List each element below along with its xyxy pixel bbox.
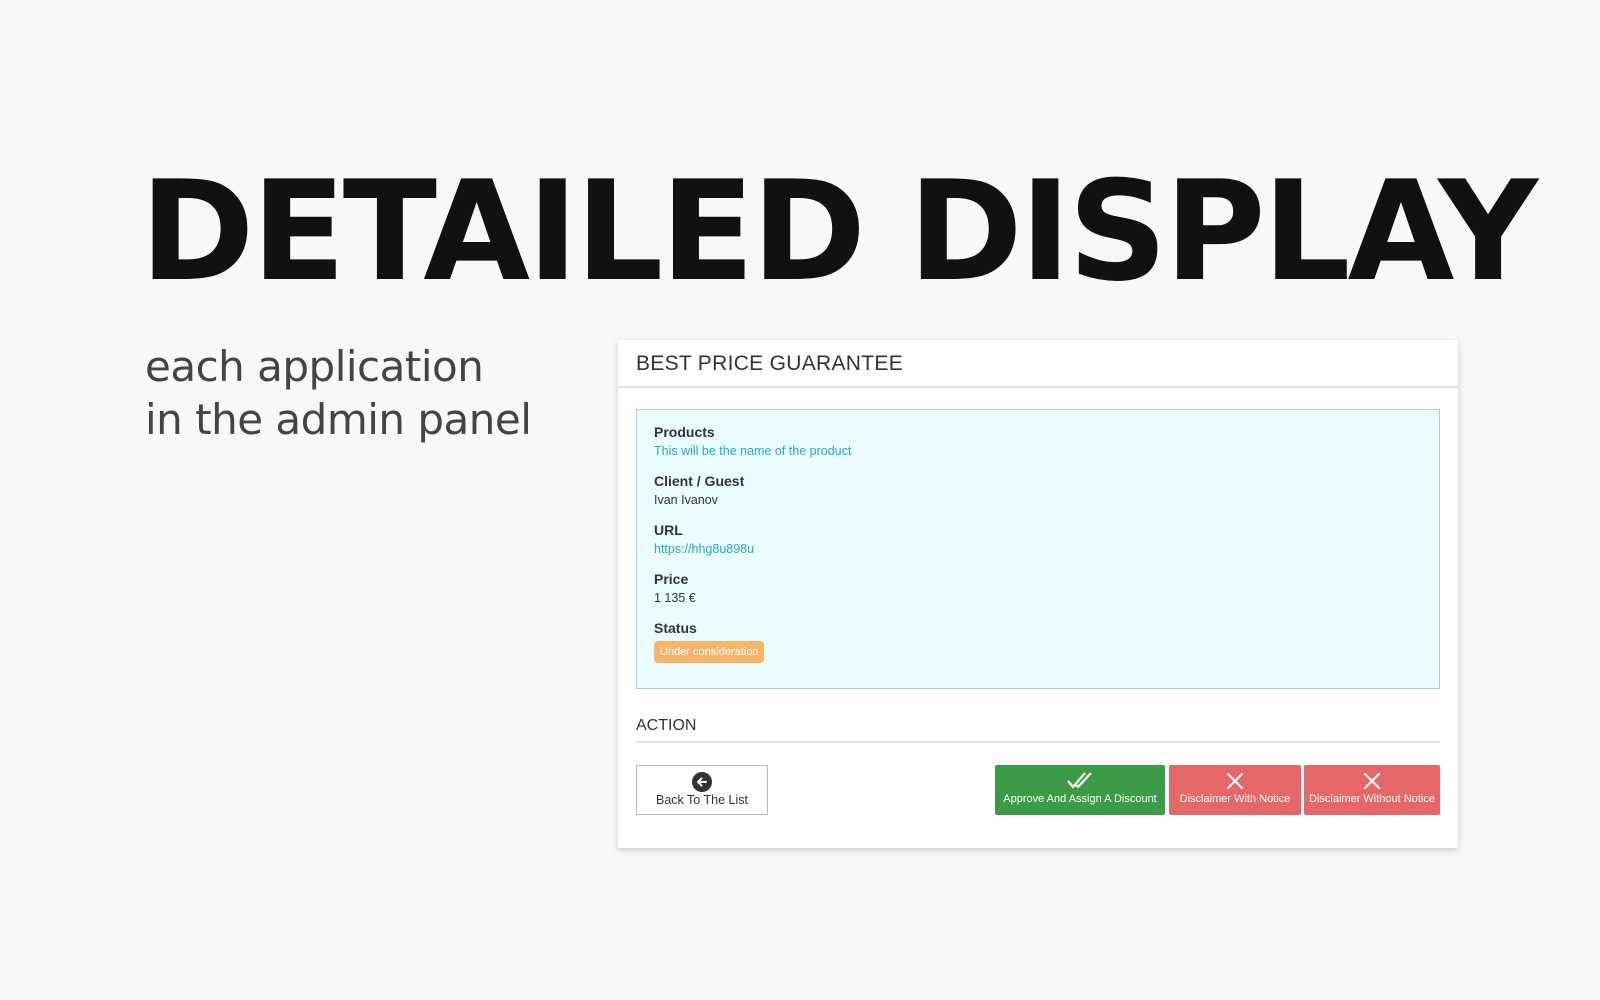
hero-subtitle-line-1: each application <box>145 342 484 391</box>
card-title: BEST PRICE GUARANTEE <box>618 340 1458 388</box>
url-label: URL <box>654 522 683 538</box>
back-to-list-label: Back To The List <box>656 793 748 807</box>
price-label: Price <box>654 571 689 587</box>
url-field: URL https://hhg8u898u <box>654 520 1422 559</box>
arrow-left-circle-icon <box>637 772 767 792</box>
client-label: Client / Guest <box>654 473 745 489</box>
action-section-title: ACTION <box>636 717 1440 743</box>
close-icon <box>1169 771 1301 791</box>
url-link[interactable]: https://hhg8u898u <box>654 540 1422 559</box>
products-field: Products This will be the name of the pr… <box>654 422 1422 461</box>
approve-discount-button[interactable]: Approve And Assign A Discount <box>995 765 1165 815</box>
product-name-link[interactable]: This will be the name of the product <box>654 442 1422 461</box>
application-card: BEST PRICE GUARANTEE Products This will … <box>618 340 1458 848</box>
products-label: Products <box>654 424 715 440</box>
client-name: Ivan Ivanov <box>654 493 718 507</box>
disclaimer-without-notice-button[interactable]: Disclaimer Without Notice <box>1304 765 1440 815</box>
hero-subtitle-line-2: in the admin panel <box>145 395 532 444</box>
hero-title: DETAILED DISPLAY <box>140 151 1538 312</box>
application-details: Products This will be the name of the pr… <box>636 409 1440 689</box>
close-icon <box>1304 771 1440 791</box>
status-field: Status Under consideration <box>654 618 1422 663</box>
disclaimer-with-notice-label: Disclaimer With Notice <box>1179 793 1291 805</box>
status-badge: Under consideration <box>654 641 765 663</box>
price-field: Price 1 135 € <box>654 569 1422 608</box>
hero-subtitle: each application in the admin panel <box>145 340 585 446</box>
approve-discount-label: Approve And Assign A Discount <box>1003 793 1157 805</box>
disclaimer-with-notice-button[interactable]: Disclaimer With Notice <box>1169 765 1301 815</box>
status-label: Status <box>654 620 697 636</box>
client-field: Client / Guest Ivan Ivanov <box>654 471 1422 510</box>
back-to-list-button[interactable]: Back To The List <box>636 765 768 815</box>
double-check-icon <box>995 771 1165 791</box>
disclaimer-without-notice-label: Disclaimer Without Notice <box>1309 793 1435 805</box>
price-value: 1 135 € <box>654 591 696 605</box>
